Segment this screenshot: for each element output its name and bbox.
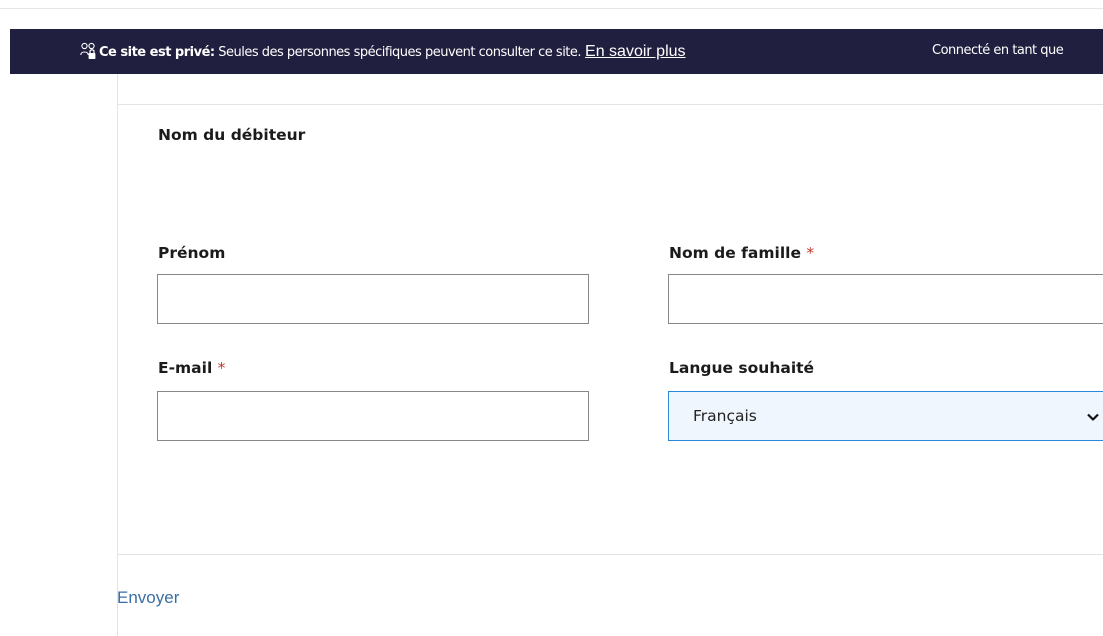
section-title: Nom du débiteur [158, 126, 306, 144]
content-left-border [117, 74, 118, 636]
people-lock-icon [80, 42, 96, 59]
email-label: E-mail * [158, 359, 225, 377]
last-name-label-text: Nom de famille [669, 244, 801, 262]
submit-button[interactable]: Envoyer [117, 588, 179, 608]
chevron-down-icon [1087, 413, 1099, 421]
learn-more-link[interactable]: En savoir plus [585, 43, 686, 60]
email-label-text: E-mail [158, 359, 213, 377]
form-bottom-divider [117, 554, 1103, 555]
required-marker: * [806, 244, 815, 262]
top-divider [0, 8, 1103, 9]
private-site-banner: Ce site est privé: Seules des personnes … [10, 29, 1103, 74]
email-input[interactable] [157, 391, 589, 441]
banner-title: Ce site est privé: [99, 45, 215, 60]
form-top-divider [117, 104, 1103, 105]
first-name-label-text: Prénom [158, 244, 226, 262]
first-name-label: Prénom [158, 244, 225, 262]
required-marker: * [217, 359, 226, 377]
last-name-input[interactable] [668, 274, 1103, 324]
first-name-input[interactable] [157, 274, 589, 324]
connected-as-text: Connecté en tant que [932, 43, 1064, 58]
last-name-label: Nom de famille * [669, 244, 814, 262]
language-selected-value: Français [693, 407, 757, 425]
banner-text: Seules des personnes spécifiques peuvent… [214, 45, 582, 60]
language-label: Langue souhaité [669, 359, 815, 377]
language-select[interactable]: Français [668, 391, 1103, 441]
banner-message: Ce site est privé: Seules des personnes … [99, 43, 686, 61]
